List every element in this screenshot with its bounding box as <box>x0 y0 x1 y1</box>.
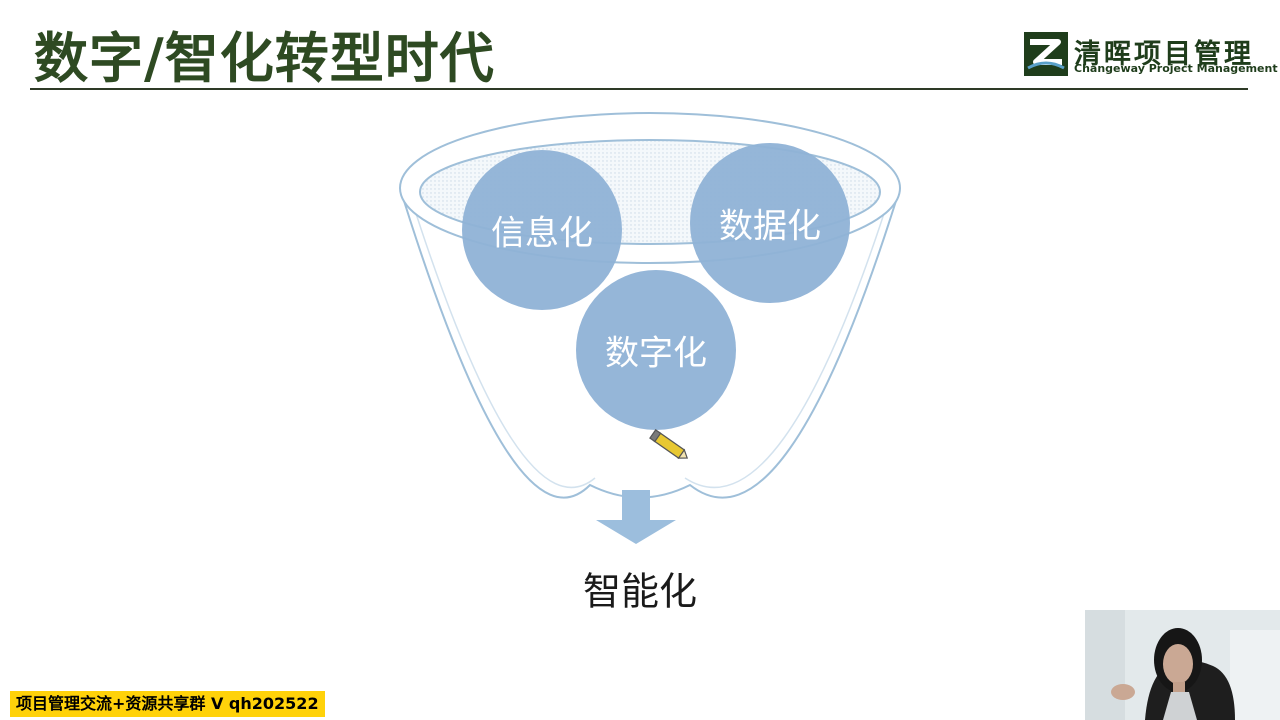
logo-mark-icon <box>1024 32 1068 76</box>
title-divider <box>30 88 1248 90</box>
down-arrow-icon <box>596 490 676 544</box>
logo-name-en: Changeway Project Management <box>1074 62 1278 75</box>
circle-label-digitalization: 数字化 <box>605 333 707 374</box>
promo-banner: 项目管理交流+资源共享群 V qh202522 <box>10 691 325 717</box>
logo: 清晖项目管理 Changeway Project Management <box>1024 32 1278 76</box>
presenter-webcam <box>1085 610 1280 720</box>
slide-title: 数字/智化转型时代 <box>34 27 495 90</box>
result-label: 智能化 <box>582 569 698 614</box>
circle-label-datafication: 数据化 <box>719 206 821 247</box>
pen-icon <box>649 429 689 459</box>
circle-label-informatization: 信息化 <box>491 213 593 254</box>
presenter-figure <box>1085 610 1280 720</box>
